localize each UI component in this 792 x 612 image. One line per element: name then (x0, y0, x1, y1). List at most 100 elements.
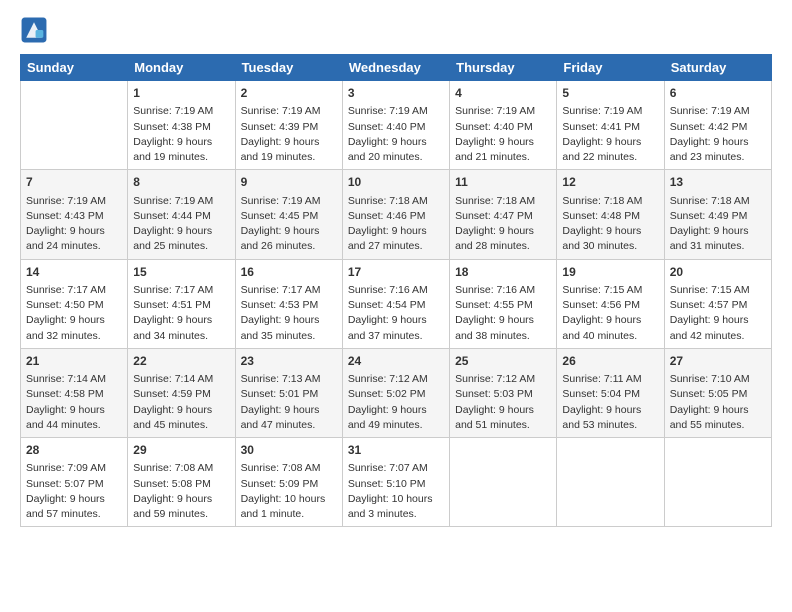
page-header (20, 16, 772, 44)
day-info: Sunrise: 7:11 AM Sunset: 5:04 PM Dayligh… (562, 372, 658, 433)
calendar-cell: 6Sunrise: 7:19 AM Sunset: 4:42 PM Daylig… (664, 81, 771, 170)
day-number: 1 (133, 85, 229, 102)
day-info: Sunrise: 7:19 AM Sunset: 4:43 PM Dayligh… (26, 194, 122, 255)
calendar-cell: 3Sunrise: 7:19 AM Sunset: 4:40 PM Daylig… (342, 81, 449, 170)
day-info: Sunrise: 7:17 AM Sunset: 4:51 PM Dayligh… (133, 283, 229, 344)
day-number: 24 (348, 353, 444, 370)
calendar-cell: 19 Sunrise: 7:15 AM Sunset: 4:56 PM Dayli… (557, 259, 664, 348)
day-info: Sunrise: 7:15 AM Sunset: 4:57 PM Dayligh… (670, 283, 766, 344)
calendar-cell: 24 Sunrise: 7:12 AM Sunset: 5:02 PM Dayli… (342, 348, 449, 437)
day-number: 23 (241, 353, 337, 370)
day-number: 13 (670, 174, 766, 191)
day-info: Sunrise: 7:16 AM Sunset: 4:55 PM Dayligh… (455, 283, 551, 344)
calendar-cell (21, 81, 128, 170)
day-info: Sunrise: 7:16 AM Sunset: 4:54 PM Dayligh… (348, 283, 444, 344)
week-row-5: 28Sunrise: 7:09 AM Sunset: 5:07 PM Dayli… (21, 438, 772, 527)
day-info: Sunrise: 7:19 AM Sunset: 4:45 PM Dayligh… (241, 194, 337, 255)
day-info: Sunrise: 7:19 AM Sunset: 4:40 PM Dayligh… (455, 104, 551, 165)
calendar-cell: 31 Sunrise: 7:07 AM Sunset: 5:10 PM Dayli… (342, 438, 449, 527)
day-number: 8 (133, 174, 229, 191)
calendar-cell: 5 Sunrise: 7:19 AM Sunset: 4:41 PM Daylig… (557, 81, 664, 170)
calendar-cell: 7 Sunrise: 7:19 AM Sunset: 4:43 PM Daylig… (21, 170, 128, 259)
calendar-cell: 30 Sunrise: 7:08 AM Sunset: 5:09 PM Dayli… (235, 438, 342, 527)
day-info: Sunrise: 7:19 AM Sunset: 4:38 PM Dayligh… (133, 104, 229, 165)
day-number: 7 (26, 174, 122, 191)
day-info: Sunrise: 7:19 AM Sunset: 4:44 PM Dayligh… (133, 194, 229, 255)
calendar-table: SundayMondayTuesdayWednesdayThursdayFrid… (20, 54, 772, 527)
calendar-cell: 9 Sunrise: 7:19 AM Sunset: 4:45 PM Daylig… (235, 170, 342, 259)
col-header-saturday: Saturday (664, 55, 771, 81)
col-header-sunday: Sunday (21, 55, 128, 81)
day-info: Sunrise: 7:13 AM Sunset: 5:01 PM Dayligh… (241, 372, 337, 433)
col-header-wednesday: Wednesday (342, 55, 449, 81)
calendar-cell: 13 Sunrise: 7:18 AM Sunset: 4:49 PM Dayli… (664, 170, 771, 259)
day-number: 16 (241, 264, 337, 281)
calendar-cell: 14Sunrise: 7:17 AM Sunset: 4:50 PM Dayli… (21, 259, 128, 348)
day-number: 31 (348, 442, 444, 459)
day-number: 29 (133, 442, 229, 459)
calendar-cell: 25 Sunrise: 7:12 AM Sunset: 5:03 PM Dayli… (450, 348, 557, 437)
day-info: Sunrise: 7:19 AM Sunset: 4:39 PM Dayligh… (241, 104, 337, 165)
day-number: 28 (26, 442, 122, 459)
logo-icon (20, 16, 48, 44)
calendar-cell: 28Sunrise: 7:09 AM Sunset: 5:07 PM Dayli… (21, 438, 128, 527)
day-info: Sunrise: 7:07 AM Sunset: 5:10 PM Dayligh… (348, 461, 444, 522)
day-number: 12 (562, 174, 658, 191)
calendar-cell: 23 Sunrise: 7:13 AM Sunset: 5:01 PM Dayli… (235, 348, 342, 437)
day-number: 4 (455, 85, 551, 102)
week-row-4: 21 Sunrise: 7:14 AM Sunset: 4:58 PM Dayli… (21, 348, 772, 437)
calendar-cell: 16 Sunrise: 7:17 AM Sunset: 4:53 PM Dayli… (235, 259, 342, 348)
calendar-cell (450, 438, 557, 527)
calendar-cell: 26 Sunrise: 7:11 AM Sunset: 5:04 PM Dayli… (557, 348, 664, 437)
calendar-cell: 21 Sunrise: 7:14 AM Sunset: 4:58 PM Dayli… (21, 348, 128, 437)
day-number: 20 (670, 264, 766, 281)
calendar-header-row: SundayMondayTuesdayWednesdayThursdayFrid… (21, 55, 772, 81)
day-info: Sunrise: 7:12 AM Sunset: 5:02 PM Dayligh… (348, 372, 444, 433)
calendar-cell: 20 Sunrise: 7:15 AM Sunset: 4:57 PM Dayli… (664, 259, 771, 348)
calendar-cell: 15Sunrise: 7:17 AM Sunset: 4:51 PM Dayli… (128, 259, 235, 348)
day-number: 9 (241, 174, 337, 191)
calendar-cell: 1 Sunrise: 7:19 AM Sunset: 4:38 PM Daylig… (128, 81, 235, 170)
day-number: 27 (670, 353, 766, 370)
day-info: Sunrise: 7:18 AM Sunset: 4:48 PM Dayligh… (562, 194, 658, 255)
col-header-thursday: Thursday (450, 55, 557, 81)
day-number: 10 (348, 174, 444, 191)
calendar-cell: 2Sunrise: 7:19 AM Sunset: 4:39 PM Daylig… (235, 81, 342, 170)
calendar-cell (557, 438, 664, 527)
calendar-cell: 18 Sunrise: 7:16 AM Sunset: 4:55 PM Dayli… (450, 259, 557, 348)
calendar-cell: 8 Sunrise: 7:19 AM Sunset: 4:44 PM Daylig… (128, 170, 235, 259)
day-info: Sunrise: 7:08 AM Sunset: 5:08 PM Dayligh… (133, 461, 229, 522)
calendar-cell: 22 Sunrise: 7:14 AM Sunset: 4:59 PM Dayli… (128, 348, 235, 437)
day-number: 11 (455, 174, 551, 191)
calendar-cell: 4 Sunrise: 7:19 AM Sunset: 4:40 PM Daylig… (450, 81, 557, 170)
col-header-friday: Friday (557, 55, 664, 81)
calendar-cell (664, 438, 771, 527)
calendar-cell: 29 Sunrise: 7:08 AM Sunset: 5:08 PM Dayli… (128, 438, 235, 527)
calendar-cell: 17Sunrise: 7:16 AM Sunset: 4:54 PM Dayli… (342, 259, 449, 348)
day-info: Sunrise: 7:14 AM Sunset: 4:59 PM Dayligh… (133, 372, 229, 433)
calendar-body: 1 Sunrise: 7:19 AM Sunset: 4:38 PM Daylig… (21, 81, 772, 527)
day-number: 18 (455, 264, 551, 281)
day-number: 22 (133, 353, 229, 370)
col-header-monday: Monday (128, 55, 235, 81)
day-number: 19 (562, 264, 658, 281)
day-info: Sunrise: 7:08 AM Sunset: 5:09 PM Dayligh… (241, 461, 337, 522)
calendar-cell: 12 Sunrise: 7:18 AM Sunset: 4:48 PM Dayli… (557, 170, 664, 259)
day-info: Sunrise: 7:18 AM Sunset: 4:47 PM Dayligh… (455, 194, 551, 255)
day-number: 25 (455, 353, 551, 370)
day-info: Sunrise: 7:15 AM Sunset: 4:56 PM Dayligh… (562, 283, 658, 344)
calendar-cell: 10Sunrise: 7:18 AM Sunset: 4:46 PM Dayli… (342, 170, 449, 259)
calendar-cell: 11 Sunrise: 7:18 AM Sunset: 4:47 PM Dayli… (450, 170, 557, 259)
day-info: Sunrise: 7:12 AM Sunset: 5:03 PM Dayligh… (455, 372, 551, 433)
day-number: 21 (26, 353, 122, 370)
day-info: Sunrise: 7:17 AM Sunset: 4:53 PM Dayligh… (241, 283, 337, 344)
day-number: 5 (562, 85, 658, 102)
day-info: Sunrise: 7:14 AM Sunset: 4:58 PM Dayligh… (26, 372, 122, 433)
day-number: 30 (241, 442, 337, 459)
day-info: Sunrise: 7:18 AM Sunset: 4:49 PM Dayligh… (670, 194, 766, 255)
day-number: 26 (562, 353, 658, 370)
day-number: 3 (348, 85, 444, 102)
day-info: Sunrise: 7:19 AM Sunset: 4:41 PM Dayligh… (562, 104, 658, 165)
week-row-1: 1 Sunrise: 7:19 AM Sunset: 4:38 PM Daylig… (21, 81, 772, 170)
day-info: Sunrise: 7:10 AM Sunset: 5:05 PM Dayligh… (670, 372, 766, 433)
